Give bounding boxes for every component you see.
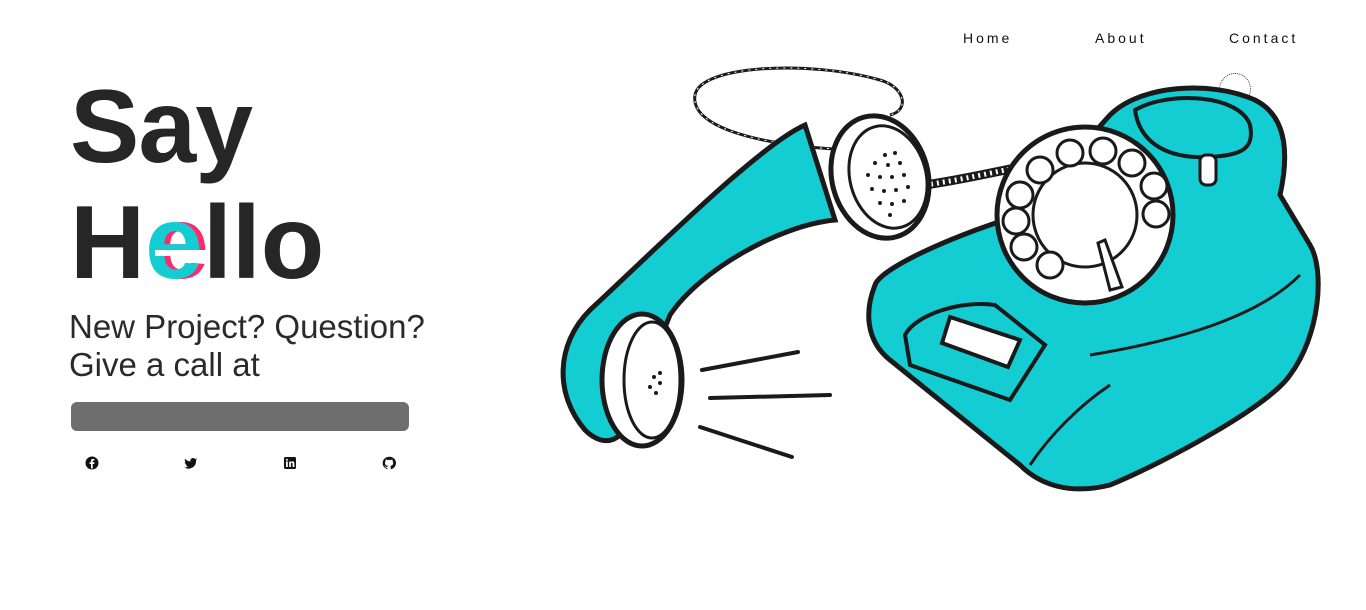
hello-glitch-e: e [145, 188, 209, 298]
nav-home-link[interactable]: Home [963, 30, 1012, 46]
sound-lines [698, 350, 832, 459]
rotary-dial [994, 124, 1176, 306]
nav-contact-link[interactable]: Contact [1229, 30, 1298, 46]
telephone-illustration [560, 66, 1321, 492]
hero-section: Say Hello New Project? Question? Give a … [69, 0, 540, 610]
twitter-icon[interactable] [183, 455, 199, 471]
headline-hello: Hello [70, 188, 324, 298]
linkedin-icon[interactable] [282, 455, 298, 471]
nav-about-link[interactable]: About [1095, 30, 1147, 46]
social-links [70, 455, 410, 473]
github-icon[interactable] [381, 455, 397, 471]
facebook-icon[interactable] [84, 455, 100, 471]
headline-say: Say [70, 69, 253, 185]
phone-number-bar[interactable] [71, 402, 409, 431]
subtitle-line-1: New Project? Question? [69, 308, 425, 345]
subtitle-line-2: Give a call at [69, 346, 260, 383]
hello-h: H [70, 185, 146, 301]
hello-rest: llo [202, 185, 325, 301]
